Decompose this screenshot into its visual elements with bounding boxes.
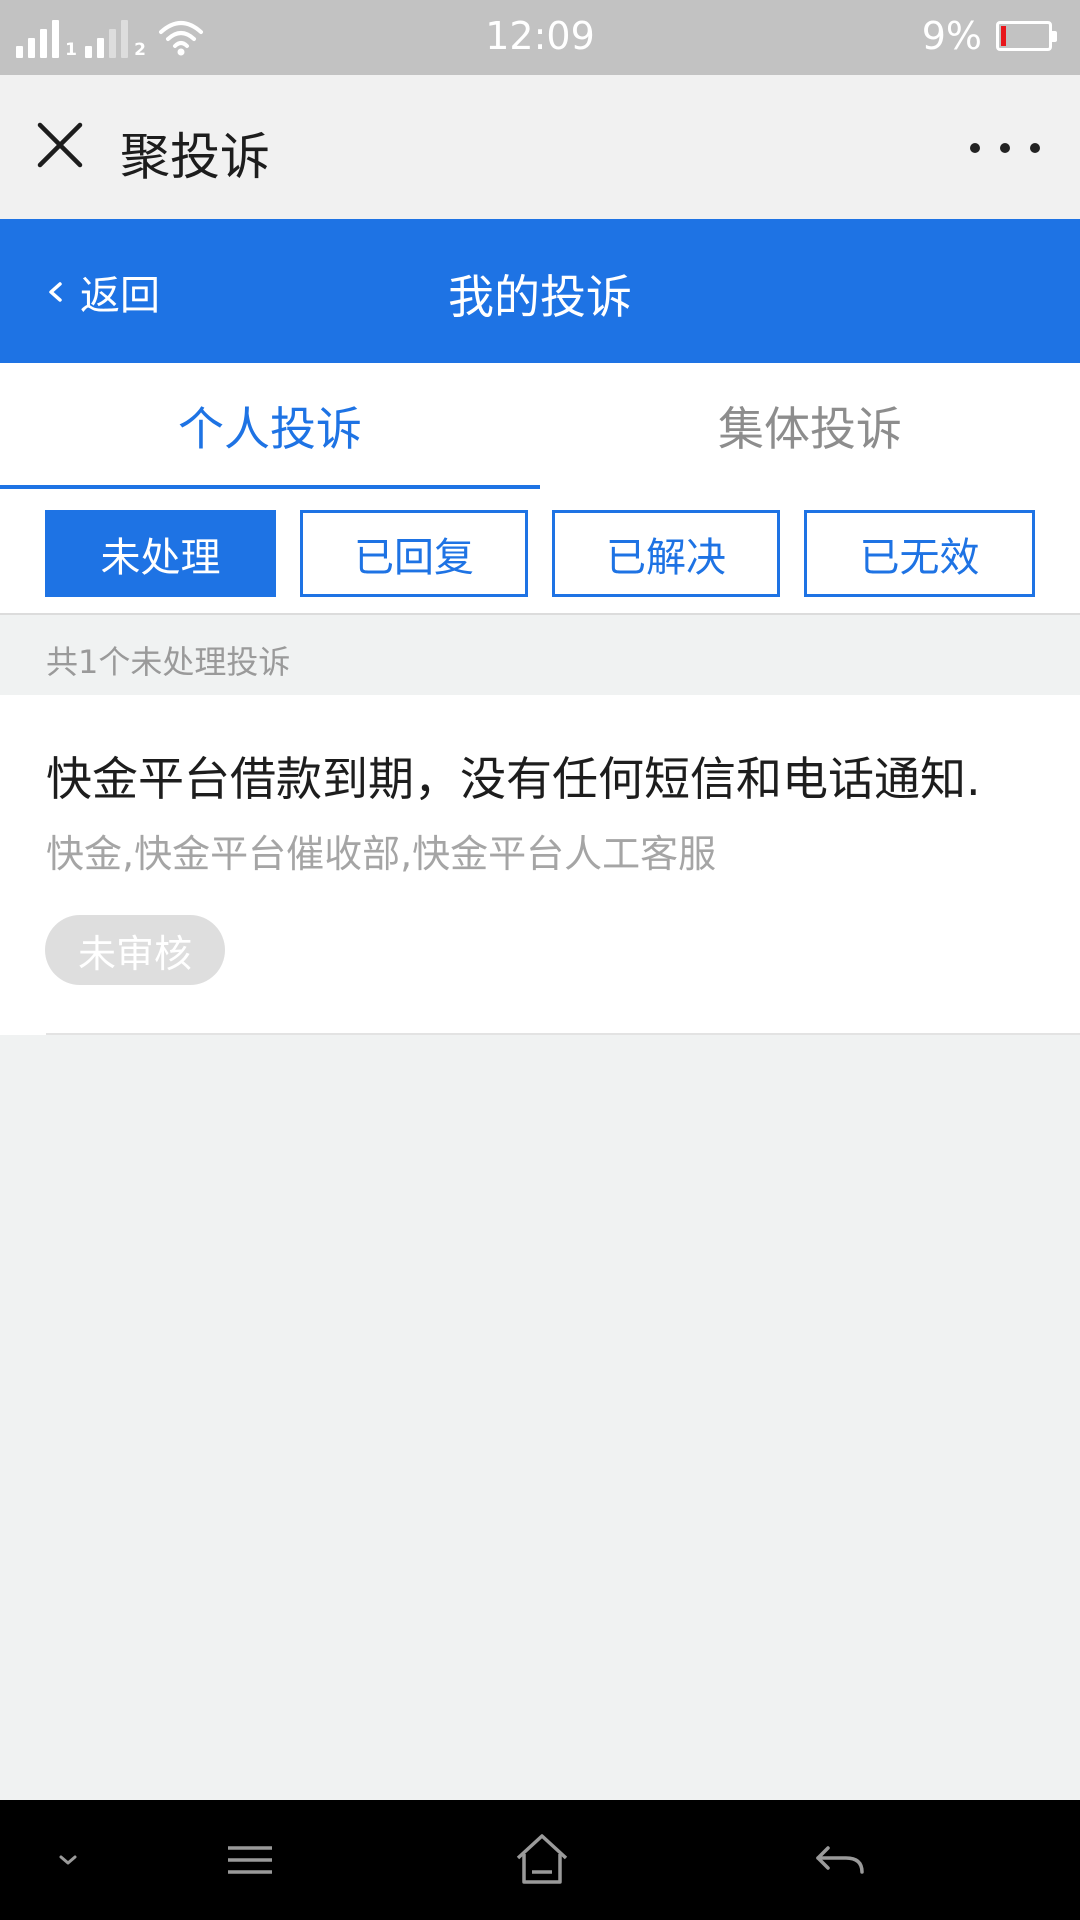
tab-collective[interactable]: 集体投诉 — [540, 363, 1080, 489]
battery-level-fill — [1001, 26, 1006, 46]
count-text: 共1个未处理投诉 — [46, 643, 291, 681]
chevron-down-icon — [59, 1855, 77, 1865]
more-icon — [970, 143, 980, 153]
filter-resolved[interactable]: 已解决 — [552, 510, 780, 597]
home-icon — [516, 1834, 568, 1884]
list-item[interactable]: 快金平台借款到期，没有任何短信和电话通知. 快金,快金平台催收部,快金平台人工客… — [0, 695, 1080, 1035]
battery-icon — [996, 21, 1057, 51]
close-button[interactable] — [30, 115, 90, 175]
app-title: 聚投诉 — [120, 128, 270, 186]
menu-button[interactable] — [220, 1830, 280, 1890]
complaint-title: 快金平台借款到期，没有任何短信和电话通知. — [46, 752, 981, 806]
filter-replied[interactable]: 已回复 — [300, 510, 528, 597]
more-button[interactable] — [970, 133, 1040, 163]
divider — [46, 1033, 1080, 1035]
status-time: 12:09 — [485, 14, 595, 58]
page-header: 返回 我的投诉 — [0, 219, 1080, 363]
back-nav-button[interactable] — [810, 1830, 870, 1890]
app-bar: 聚投诉 — [0, 75, 1080, 219]
filter-unprocessed[interactable]: 未处理 — [45, 510, 276, 597]
complaint-type-tabs: 个人投诉 集体投诉 — [0, 363, 1080, 489]
battery-percent: 9% — [921, 14, 982, 58]
tab-personal[interactable]: 个人投诉 — [0, 363, 540, 489]
count-summary: 共1个未处理投诉 — [0, 617, 1080, 695]
hide-nav-button[interactable] — [48, 1830, 88, 1890]
complaint-targets: 快金,快金平台催收部,快金平台人工客服 — [46, 832, 717, 876]
home-button[interactable] — [512, 1830, 572, 1890]
menu-icon — [228, 1846, 272, 1874]
back-arrow-icon — [816, 1846, 864, 1874]
close-icon — [37, 122, 83, 168]
status-bar: 1 2 12:09 9% — [0, 0, 1080, 75]
filter-invalid[interactable]: 已无效 — [804, 510, 1035, 597]
status-badge: 未审核 — [45, 915, 225, 985]
status-filters: 未处理 已回复 已解决 已无效 — [0, 489, 1080, 615]
system-nav-bar — [0, 1800, 1080, 1920]
page-title: 我的投诉 — [448, 270, 632, 324]
